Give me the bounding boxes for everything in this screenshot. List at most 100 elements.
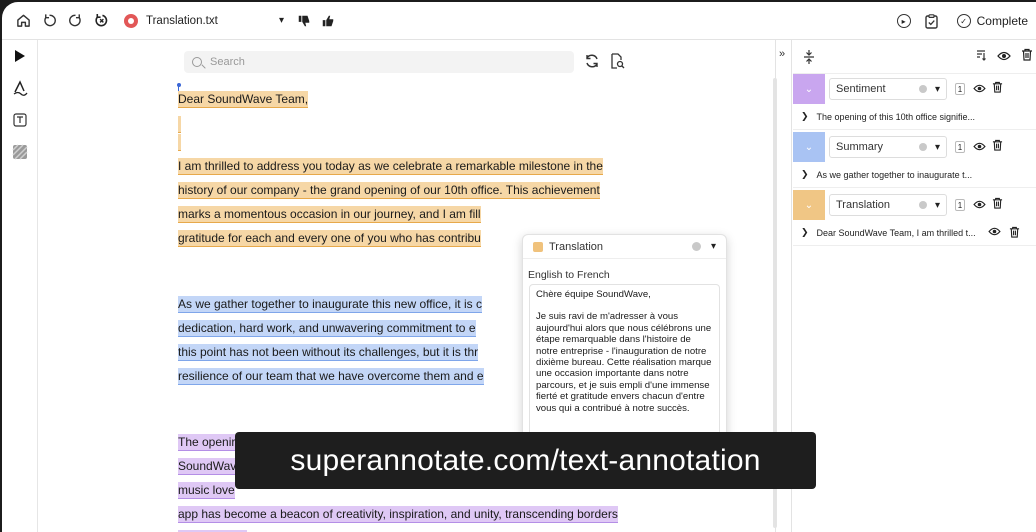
- search-icon: [192, 57, 202, 67]
- hatched-region-icon: [12, 144, 28, 160]
- double-chevron-right-icon[interactable]: »: [779, 48, 785, 60]
- chevron-down-icon: ⌄: [804, 199, 814, 211]
- text-box-icon: [13, 113, 27, 127]
- popover-subtitle: English to French: [528, 269, 610, 281]
- eye-icon[interactable]: [997, 48, 1011, 66]
- search-placeholder: Search: [210, 56, 245, 68]
- annotated-text-line[interactable]: SoundWav: [178, 458, 237, 475]
- chevron-down-icon: ▾: [278, 15, 284, 26]
- chevron-right-icon[interactable]: ❯: [801, 111, 809, 122]
- annotated-text-line[interactable]: marks a momentous occasion in our journe…: [178, 206, 481, 223]
- panel-header: [793, 40, 1036, 74]
- check-circle-icon: ✓: [956, 14, 971, 28]
- clear-icon[interactable]: [918, 85, 927, 93]
- annotated-text-line[interactable]: gratitude for each and every one of you …: [178, 230, 481, 247]
- class-group: ⌄ Summary ▾ 1 ❯ As we gather together to inau…: [793, 132, 1036, 188]
- clear-icon[interactable]: [918, 201, 927, 209]
- annotated-text-line[interactable]: resilience of our team that we have over…: [178, 368, 484, 385]
- popover-class-select[interactable]: Translation ▾: [523, 235, 726, 259]
- annotation-preview-row[interactable]: ❯ Dear SoundWave Team, I am thrilled t...: [793, 220, 1036, 246]
- file-status-icon: [124, 13, 138, 28]
- pointer-tool[interactable]: [2, 40, 38, 72]
- chevron-down-icon: ▾: [934, 141, 940, 153]
- thumbs-up-icon[interactable]: [320, 13, 336, 29]
- chevron-down-icon: ▾: [934, 83, 940, 95]
- annotation-app: Translation.txt ▾ ▸ ✓ Complete Search De…: [0, 0, 1036, 532]
- class-collapse-toggle[interactable]: ⌄: [793, 190, 825, 220]
- instance-count-badge: 1: [955, 83, 965, 95]
- eye-icon[interactable]: [973, 80, 986, 98]
- chevron-right-icon[interactable]: ❯: [801, 169, 809, 180]
- annotation-preview-text: As we gather together to inaugurate t...: [816, 169, 973, 180]
- cursor-arrow-icon: [15, 50, 25, 62]
- text-tool[interactable]: [2, 104, 38, 136]
- complete-button[interactable]: ✓ Complete: [956, 14, 1028, 28]
- translation-popover: Translation ▾ English to French Chère éq…: [522, 234, 727, 457]
- annotated-text-line[interactable]: [178, 134, 181, 151]
- annotation-preview-row[interactable]: ❯ As we gather together to inaugurate t..…: [793, 162, 1036, 188]
- eye-icon[interactable]: [973, 196, 986, 214]
- trash-icon[interactable]: [1009, 226, 1020, 240]
- annotated-text-line[interactable]: dedication, hard work, and unwavering co…: [178, 320, 476, 337]
- annotated-text-line[interactable]: As we gather together to inaugurate this…: [178, 296, 482, 313]
- class-collapse-toggle[interactable]: ⌄: [793, 132, 825, 162]
- class-select[interactable]: Sentiment ▾: [829, 78, 947, 100]
- clipboard-check-icon[interactable]: [921, 10, 943, 32]
- class-collapse-toggle[interactable]: ⌄: [793, 74, 825, 104]
- play-circle-icon[interactable]: ▸: [896, 14, 911, 28]
- popover-class-label: Translation: [549, 240, 604, 253]
- top-toolbar: Translation.txt ▾ ▸ ✓ Complete: [2, 2, 1036, 40]
- pen-annotate-icon: [13, 80, 28, 96]
- annotate-tool[interactable]: [2, 72, 38, 104]
- annotated-text-line[interactable]: [178, 116, 181, 133]
- annotated-text-line[interactable]: this point has not been without its chal…: [178, 344, 479, 361]
- file-name: Translation.txt: [146, 14, 218, 27]
- class-group: ⌄ Sentiment ▾ 1 ❯ The opening of this 10th of…: [793, 74, 1036, 130]
- document-search-icon[interactable]: [610, 53, 625, 74]
- file-selector[interactable]: Translation.txt ▾: [124, 8, 284, 34]
- annotated-text-line[interactable]: app has become a beacon of creativity, i…: [178, 506, 618, 523]
- instance-count-badge: 1: [955, 141, 965, 153]
- reset-icon[interactable]: [90, 10, 112, 32]
- annotation-preview-row[interactable]: ❯ The opening of this 10th office signifi…: [793, 104, 1036, 130]
- annotated-text-line[interactable]: Dear SoundWave Team,: [178, 91, 309, 108]
- undo-icon[interactable]: [38, 10, 60, 32]
- translation-textarea[interactable]: Chère équipe SoundWave, Je suis ravi de …: [529, 284, 720, 448]
- annotation-preview-text: Dear SoundWave Team, I am thrilled t...: [816, 227, 976, 238]
- class-label: Summary: [836, 141, 884, 153]
- complete-label: Complete: [976, 14, 1028, 28]
- chevron-down-icon: ⌄: [804, 83, 814, 95]
- chevron-down-icon: ▾: [710, 241, 716, 252]
- clear-icon[interactable]: [918, 143, 927, 151]
- trash-icon[interactable]: [992, 138, 1003, 156]
- trash-icon[interactable]: [992, 80, 1003, 98]
- annotated-text-line[interactable]: The openir: [178, 434, 236, 451]
- home-icon[interactable]: [12, 10, 34, 32]
- annotated-text-line[interactable]: I am thrilled to address you today as we…: [178, 158, 603, 175]
- translation-body: Je suis ravi de m'adresser à vous aujour…: [536, 311, 712, 414]
- annotated-text-line[interactable]: history of our company - the grand openi…: [178, 182, 600, 199]
- thumbs-down-icon[interactable]: [296, 13, 312, 29]
- tool-rail: [2, 40, 38, 532]
- redo-icon[interactable]: [64, 10, 86, 32]
- annotated-text-line[interactable]: music love: [178, 482, 235, 499]
- trash-icon[interactable]: [992, 196, 1003, 214]
- eye-icon[interactable]: [987, 227, 1001, 238]
- class-label: Sentiment: [836, 83, 886, 95]
- translation-greeting: Chère équipe SoundWave,: [536, 289, 651, 300]
- region-tool[interactable]: [2, 136, 38, 168]
- collapse-all-icon[interactable]: [803, 49, 815, 70]
- class-select[interactable]: Translation ▾: [829, 194, 947, 216]
- class-group: ⌄ Translation ▾ 1 ❯ Dear SoundWave Team, I am…: [793, 190, 1036, 246]
- trash-icon[interactable]: [1021, 48, 1033, 66]
- refresh-search-icon[interactable]: [584, 53, 600, 74]
- chevron-down-icon: ⌄: [804, 141, 814, 153]
- class-select[interactable]: Summary ▾: [829, 136, 947, 158]
- class-label: Translation: [836, 199, 891, 211]
- eye-icon[interactable]: [973, 138, 986, 156]
- clear-icon[interactable]: [691, 242, 701, 251]
- search-input[interactable]: Search: [184, 51, 574, 73]
- chevron-right-icon[interactable]: ❯: [801, 227, 809, 238]
- instance-count-badge: 1: [955, 199, 965, 211]
- sort-icon[interactable]: [975, 48, 987, 66]
